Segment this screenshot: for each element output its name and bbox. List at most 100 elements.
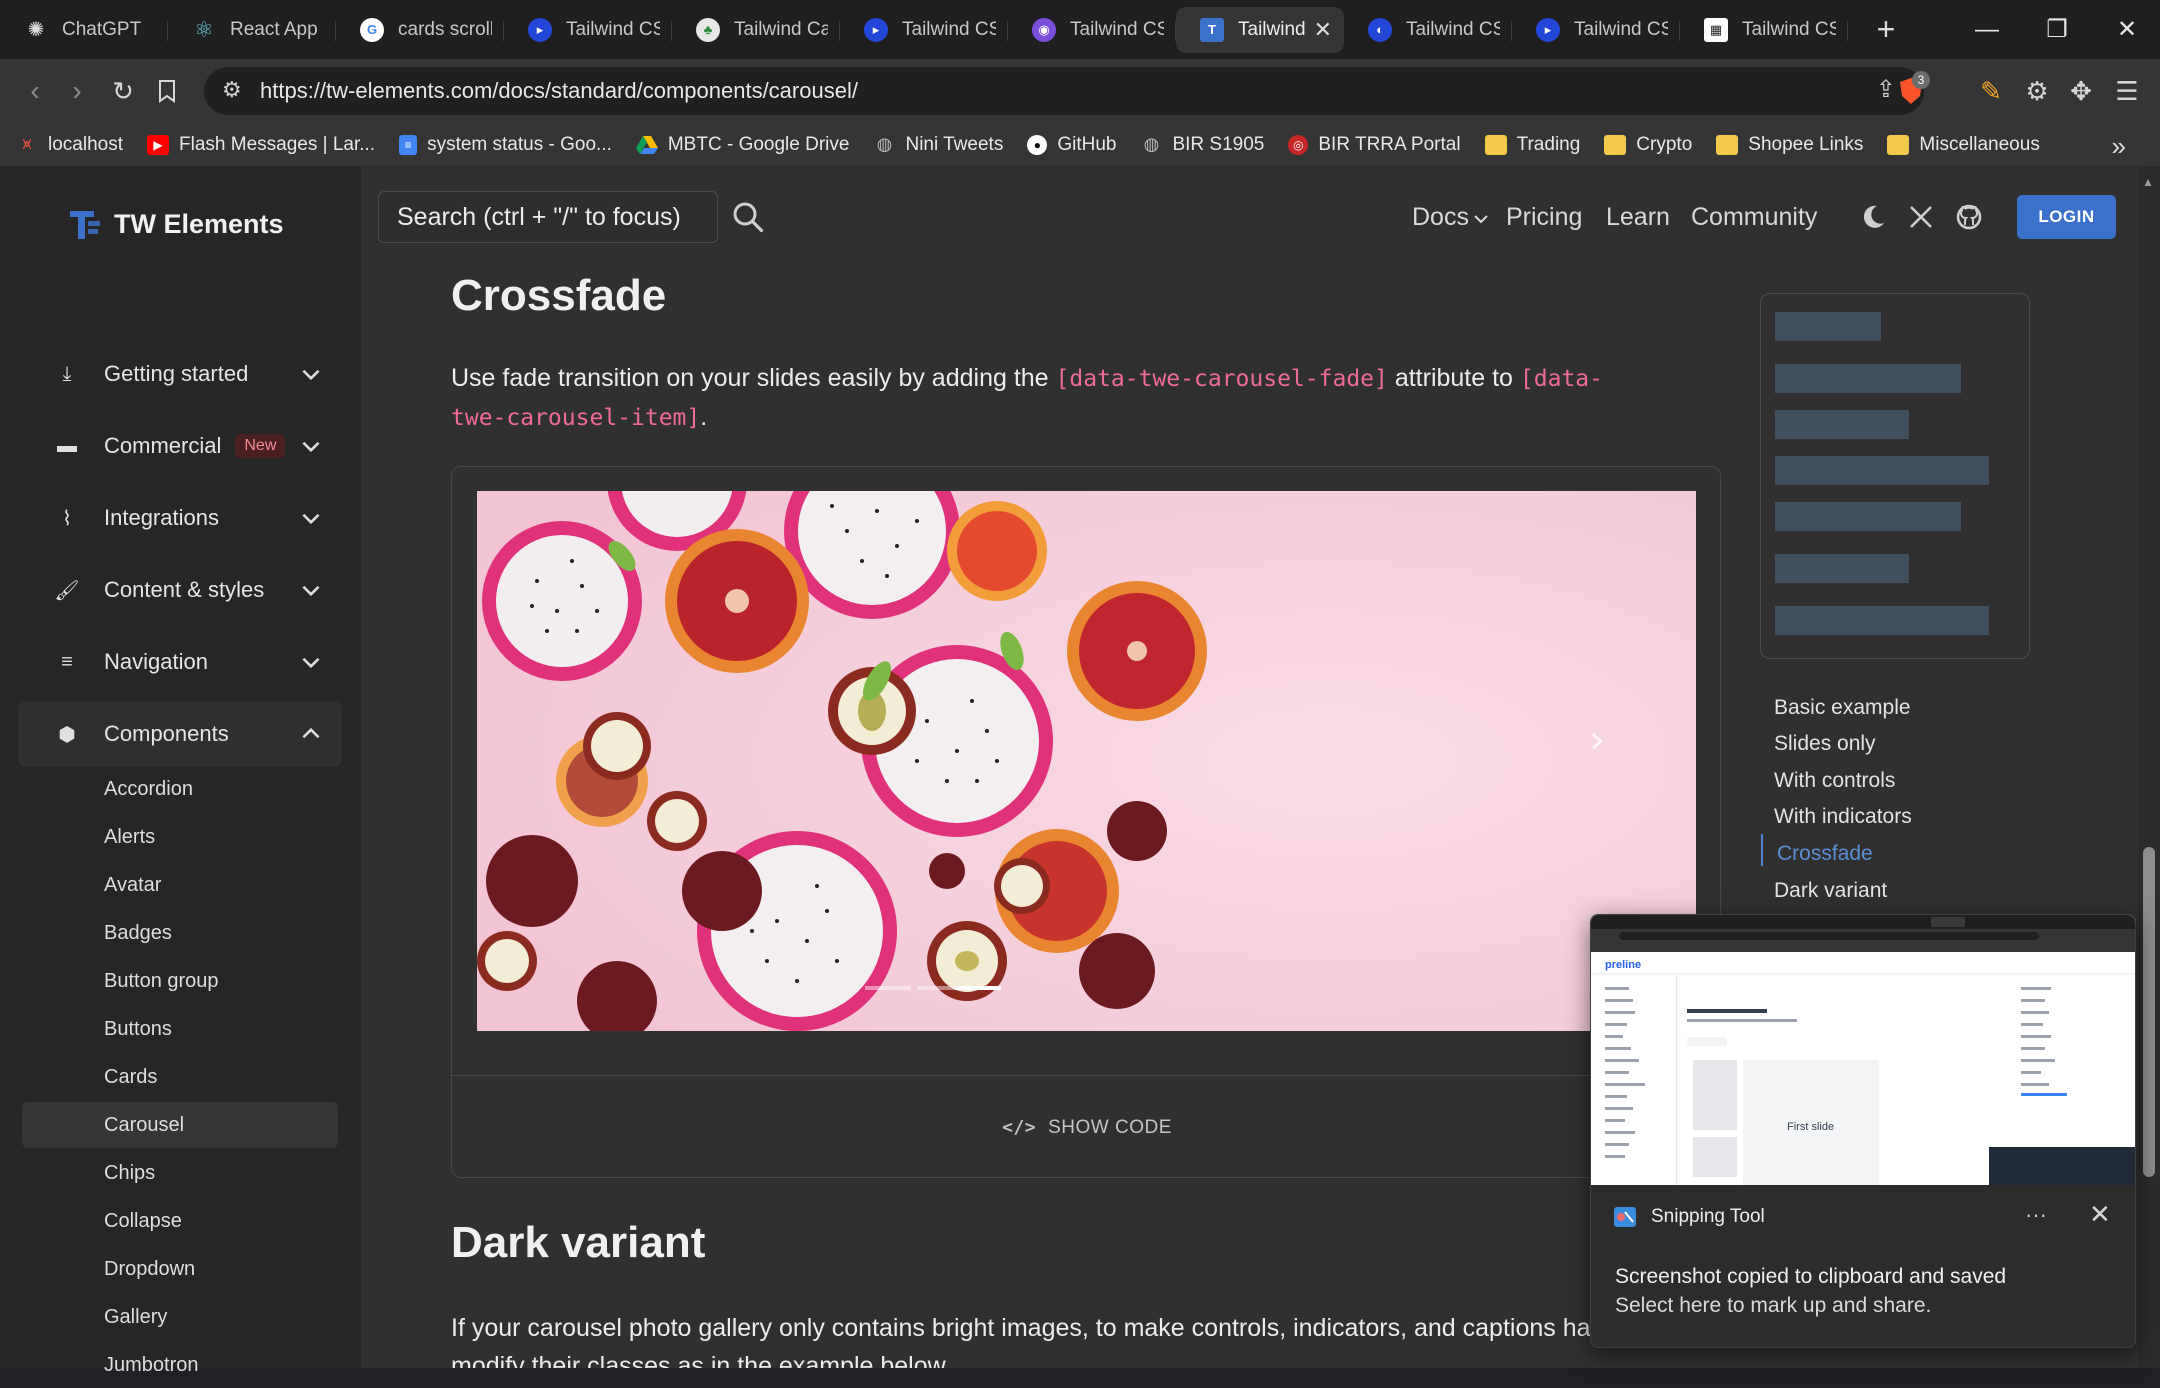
sidebar-item-dropdown[interactable]: Dropdown: [22, 1246, 338, 1292]
snipping-tool-notification[interactable]: preline First slide Snipping Tool ··· ✕ …: [1590, 914, 2136, 1348]
tab-tailwind-2[interactable]: ▸ Tailwind CS: [840, 7, 1008, 53]
new-tab-button[interactable]: +: [1866, 11, 1906, 48]
sidebar-section-components[interactable]: ⬢ Components: [18, 701, 342, 767]
menu-icon[interactable]: ☰: [2104, 68, 2150, 114]
scrollbar-thumb[interactable]: [2143, 847, 2155, 1177]
moon-icon[interactable]: [1859, 203, 1887, 231]
sidebar-item-cards[interactable]: Cards: [22, 1054, 338, 1100]
address-bar[interactable]: ⚙ https://tw-elements.com/docs/standard/…: [204, 67, 1924, 115]
sidebar-item-collapse[interactable]: Collapse: [22, 1198, 338, 1244]
nav-community[interactable]: Community: [1691, 203, 1817, 232]
reload-icon[interactable]: ↻: [100, 68, 146, 114]
carousel-indicator[interactable]: [865, 986, 911, 990]
brand-link[interactable]: TW Elements: [68, 207, 284, 241]
tab-tailwind-cards[interactable]: ♣ Tailwind Car: [672, 7, 840, 53]
toast-header: Snipping Tool: [1613, 1206, 1765, 1228]
bookmark-github[interactable]: ● GitHub: [1027, 134, 1116, 156]
page-scrollbar[interactable]: ▲: [2138, 167, 2160, 1368]
bookmark-flash-messages[interactable]: ▶ Flash Messages | Lar...: [147, 134, 375, 156]
tab-tailwind-3[interactable]: ◉ Tailwind CS: [1008, 7, 1176, 53]
sidebar-item-alerts[interactable]: Alerts: [22, 814, 338, 860]
globe-icon: ◍: [1143, 134, 1160, 154]
sidebar-item-gallery[interactable]: Gallery: [22, 1294, 338, 1340]
nav-learn[interactable]: Learn: [1606, 203, 1670, 232]
bookmark-folder-crypto[interactable]: Crypto: [1604, 134, 1692, 156]
tab-chatgpt[interactable]: ✺ ChatGPT: [0, 7, 168, 53]
section-heading-dark-variant: Dark variant: [451, 1218, 706, 1267]
tab-react-app[interactable]: ⚛ React App: [168, 7, 336, 53]
bookmark-mbtc-drive[interactable]: MBTC - Google Drive: [635, 134, 849, 156]
carousel-next-icon[interactable]: ›: [1589, 717, 1605, 763]
google-icon: G: [360, 17, 384, 42]
bookmark-localhost[interactable]: ⩙ localhost: [16, 134, 123, 156]
back-icon[interactable]: ‹: [12, 68, 58, 114]
bookmark-icon[interactable]: [144, 68, 190, 114]
tab-cards-scroll[interactable]: G cards scroll: [336, 7, 504, 53]
download-icon: ⤓: [62, 362, 72, 385]
tab-tailwind-4[interactable]: ◐ Tailwind CS: [1344, 7, 1512, 53]
toc-item-crossfade[interactable]: Crossfade: [1777, 842, 1873, 866]
restore-icon[interactable]: ❐: [2024, 0, 2090, 59]
sidebar-section-getting-started[interactable]: ⤓ Getting started: [18, 341, 342, 407]
tab-tailwind-1[interactable]: ▸ Tailwind CS: [504, 7, 672, 53]
tab-tailwind-5[interactable]: ▸ Tailwind CS: [1512, 7, 1680, 53]
sidebar-item-button-group[interactable]: Button group: [22, 958, 338, 1004]
carousel-indicator-active[interactable]: [955, 986, 1001, 990]
sidebar-section-navigation[interactable]: ≡ Navigation: [18, 629, 342, 695]
skeleton-line: [1775, 364, 1961, 393]
bookmark-system-status[interactable]: ≡ system status - Goo...: [399, 134, 612, 156]
sidebar-section-integrations[interactable]: ⌇ Integrations: [18, 485, 342, 551]
scroll-up-icon[interactable]: ▲: [2142, 175, 2154, 189]
tab-label: Tailwind CS: [1406, 18, 1500, 40]
sidebar-item-accordion[interactable]: Accordion: [22, 766, 338, 812]
bookmark-folder-trading[interactable]: Trading: [1484, 134, 1580, 156]
tab-tailwind-6[interactable]: ▦ Tailwind CS: [1680, 7, 1848, 53]
carousel-slide-image[interactable]: ›: [477, 491, 1696, 1031]
tab-tw-elements-active[interactable]: T Tailwind ✕: [1176, 6, 1344, 53]
drive-icon: [635, 135, 658, 155]
github-icon[interactable]: [1955, 203, 1983, 231]
toc-item-slides-only[interactable]: Slides only: [1774, 732, 1876, 756]
search-input[interactable]: Search (ctrl + "/" to focus): [378, 191, 718, 243]
more-options-icon[interactable]: ···: [2025, 1202, 2047, 1228]
bookmark-folder-shopee[interactable]: Shopee Links: [1716, 134, 1863, 156]
sidebar-item-avatar[interactable]: Avatar: [22, 862, 338, 908]
close-icon[interactable]: ✕: [1314, 17, 1332, 43]
tailwind-icon: ◐: [1368, 17, 1392, 42]
sidebar-section-commercial[interactable]: ▬ Commercial New: [18, 413, 342, 479]
chevron-double-right-icon[interactable]: »: [2112, 131, 2126, 162]
menu-icon: ≡: [61, 650, 73, 673]
toc-item-with-controls[interactable]: With controls: [1774, 769, 1895, 793]
settings-gear-icon[interactable]: ⚙: [2014, 68, 2060, 114]
sidebar-item-buttons[interactable]: Buttons: [22, 1006, 338, 1052]
screenshot-thumbnail[interactable]: preline First slide: [1591, 915, 2135, 1185]
bookmark-folder-misc[interactable]: Miscellaneous: [1887, 134, 2040, 156]
paperclip-icon: ⌇: [62, 507, 72, 530]
sidebar-item-chips[interactable]: Chips: [22, 1150, 338, 1196]
toc-item-basic-example[interactable]: Basic example: [1774, 696, 1911, 720]
nav-pricing[interactable]: Pricing: [1506, 203, 1582, 232]
nav-docs[interactable]: Docs: [1412, 203, 1469, 232]
login-button[interactable]: LOGIN: [2017, 195, 2116, 239]
pencil-icon[interactable]: ✎: [1968, 68, 2014, 114]
close-window-icon[interactable]: ✕: [2094, 0, 2160, 59]
x-twitter-icon[interactable]: [1907, 203, 1935, 231]
forward-icon[interactable]: ›: [54, 68, 100, 114]
bookmark-bir-s1905[interactable]: ◍ BIR S1905: [1140, 134, 1265, 156]
bookmark-bir-trra[interactable]: ◎ BIR TRRA Portal: [1288, 134, 1461, 156]
show-code-button[interactable]: </> SHOW CODE: [452, 1075, 1722, 1179]
bookmark-nini-tweets[interactable]: ◍ Nini Tweets: [873, 134, 1004, 156]
search-icon[interactable]: [730, 199, 766, 235]
sidebar-section-content-styles[interactable]: 🖌 Content & styles: [18, 557, 342, 623]
toc-item-dark-variant[interactable]: Dark variant: [1774, 879, 1887, 903]
skeleton-line: [1775, 606, 1989, 635]
sidebar-item-carousel[interactable]: Carousel: [22, 1102, 338, 1148]
close-icon[interactable]: ✕: [2089, 1199, 2111, 1230]
bir-icon: ◎: [1288, 134, 1309, 155]
site-settings-icon[interactable]: ⚙: [222, 77, 242, 103]
sidebar-item-jumbotron[interactable]: Jumbotron: [22, 1342, 338, 1388]
minimize-icon[interactable]: —: [1954, 0, 2020, 59]
extensions-icon[interactable]: ✥: [2058, 68, 2104, 114]
sidebar-item-badges[interactable]: Badges: [22, 910, 338, 956]
toc-item-with-indicators[interactable]: With indicators: [1774, 805, 1912, 829]
